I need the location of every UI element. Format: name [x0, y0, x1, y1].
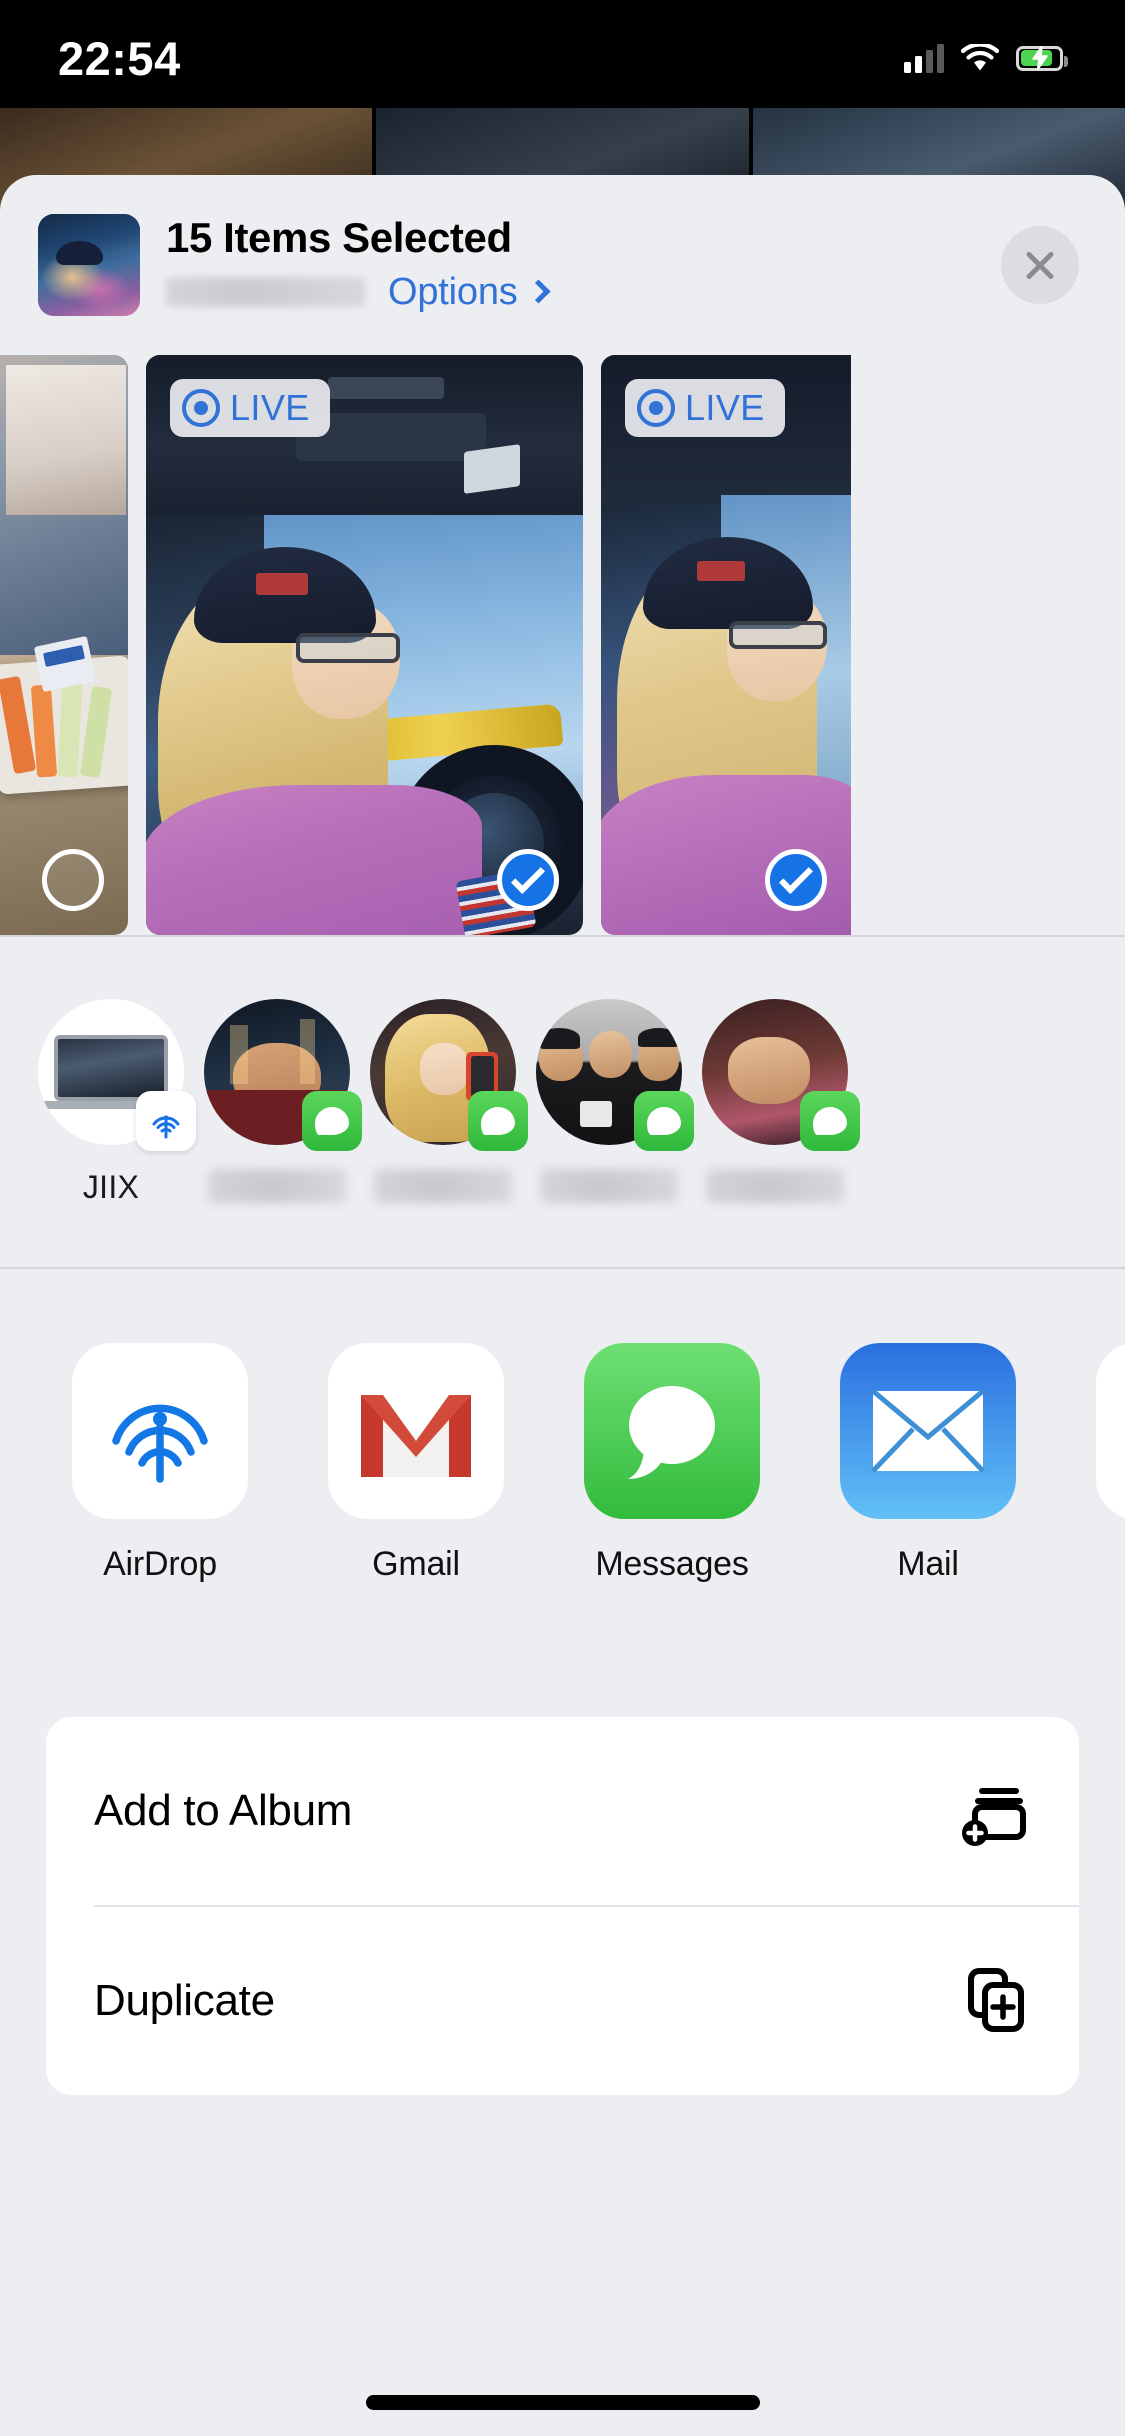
share-app-label: Mail — [897, 1545, 959, 1583]
photo-select-toggle[interactable] — [497, 849, 559, 911]
status-bar: 22:54 — [0, 0, 1125, 108]
signal-bars-icon — [904, 43, 944, 73]
messages-icon — [634, 1091, 694, 1151]
wifi-icon — [960, 41, 1000, 73]
messages-icon — [468, 1091, 528, 1151]
photo-select-toggle[interactable] — [765, 849, 827, 911]
share-sheet-header: 15 Items Selected Options — [0, 175, 1125, 355]
messages-icon — [800, 1091, 860, 1151]
share-app-mail[interactable]: Mail — [800, 1343, 1056, 1584]
photo-thumbnail[interactable]: LIVE — [601, 355, 851, 935]
close-button[interactable] — [1001, 226, 1079, 304]
contact-target[interactable] — [194, 999, 362, 1203]
avatar — [38, 999, 196, 1151]
airdrop-icon — [72, 1343, 248, 1519]
status-bar-time: 22:54 — [58, 31, 181, 85]
selection-thumbnail[interactable] — [38, 214, 140, 316]
redacted-contact-name — [706, 1169, 844, 1203]
share-app-messages[interactable]: Messages — [544, 1343, 800, 1584]
action-add-to-album[interactable]: Add to Album — [46, 1717, 1079, 1905]
contact-target[interactable] — [360, 999, 528, 1203]
redacted-contact-name — [208, 1169, 346, 1203]
action-duplicate[interactable]: Duplicate — [46, 1907, 1079, 2095]
share-app-gmail[interactable]: Gmail — [288, 1343, 544, 1584]
contact-target[interactable] — [692, 999, 860, 1203]
google-icon — [1096, 1343, 1125, 1519]
home-indicator[interactable] — [365, 2395, 760, 2410]
share-apps-row[interactable]: AirDrop Gmail Messages Mail — [0, 1269, 1125, 1669]
share-sheet: 15 Items Selected Options LIVE LIVE JIIX… — [0, 175, 1125, 2436]
redacted-contact-name — [374, 1169, 512, 1203]
header-subtitle-row: Options — [166, 271, 1079, 314]
gmail-icon — [328, 1343, 504, 1519]
battery-charging-icon — [1016, 45, 1068, 71]
airdrop-device-jiix[interactable]: JIIX — [28, 999, 196, 1206]
messages-icon — [584, 1343, 760, 1519]
avatar — [536, 999, 694, 1151]
mail-icon — [840, 1343, 1016, 1519]
status-bar-indicators — [904, 41, 1068, 73]
live-photo-badge: LIVE — [170, 379, 330, 437]
photo-thumbnail[interactable] — [0, 355, 128, 935]
avatar — [370, 999, 528, 1151]
photo-select-toggle[interactable] — [42, 849, 104, 911]
share-app-label: AirDrop — [103, 1545, 217, 1583]
duplicate-icon — [957, 1961, 1033, 2042]
share-app-airdrop[interactable]: AirDrop — [32, 1343, 288, 1584]
actions-list: Add to Album Duplicate — [46, 1717, 1079, 2095]
live-photo-badge: LIVE — [625, 379, 785, 437]
live-badge-label: LIVE — [230, 387, 310, 428]
chevron-right-icon — [526, 279, 551, 304]
options-label: Options — [388, 270, 518, 313]
redacted-contact-name — [540, 1169, 678, 1203]
photo-thumbnail[interactable]: LIVE — [146, 355, 583, 935]
action-label: Add to Album — [94, 1786, 353, 1835]
header-text-block: 15 Items Selected Options — [166, 216, 1079, 313]
redacted-subtitle — [166, 277, 366, 308]
share-targets-row[interactable]: JIIX — [0, 937, 1125, 1267]
page-title: 15 Items Selected — [166, 214, 512, 262]
share-target-label: JIIX — [82, 1169, 140, 1205]
add-to-album-icon — [957, 1771, 1033, 1852]
live-photo-icon — [637, 389, 675, 427]
airdrop-icon — [136, 1091, 196, 1151]
options-button[interactable]: Options — [388, 270, 551, 314]
avatar — [204, 999, 362, 1151]
selected-photos-strip[interactable]: LIVE LIVE — [0, 355, 1125, 935]
share-app-label: Messages — [595, 1545, 749, 1583]
share-app-google[interactable] — [1056, 1343, 1125, 1545]
share-app-label: Gmail — [372, 1545, 460, 1583]
action-label: Duplicate — [94, 1976, 275, 2025]
live-badge-label: LIVE — [685, 387, 765, 428]
contact-target[interactable] — [526, 999, 694, 1203]
avatar — [702, 999, 860, 1151]
messages-icon — [302, 1091, 362, 1151]
close-icon — [1022, 247, 1058, 283]
live-photo-icon — [182, 389, 220, 427]
